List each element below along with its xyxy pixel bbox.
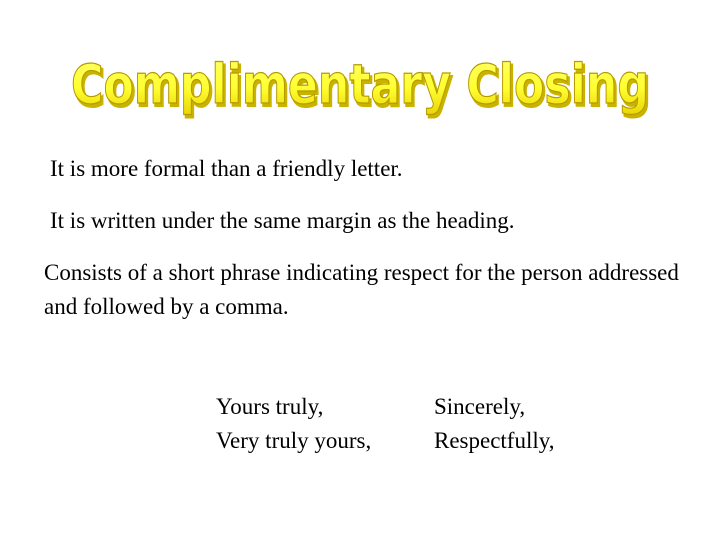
- title-wordart: Complimentary Closing Complimentary Clos…: [0, 28, 728, 128]
- point-formality: It is more formal than a friendly letter…: [50, 156, 403, 181]
- title-wordart-graphic: Complimentary Closing Complimentary Clos…: [70, 52, 652, 120]
- example-sincerely: Sincerely,: [434, 394, 526, 419]
- example-respectfully: Respectfully,: [434, 428, 555, 453]
- slide: Complimentary Closing Complimentary Clos…: [0, 0, 728, 546]
- example-yours-truly: Yours truly,: [216, 394, 324, 419]
- example-very-truly-yours: Very truly yours,: [216, 428, 372, 453]
- point-margin: It is written under the same margin as t…: [50, 208, 515, 233]
- point-definition: Consists of a short phrase indicating re…: [44, 260, 679, 319]
- examples-right-column: Sincerely, Respectfully,: [434, 390, 555, 458]
- examples-left-column: Yours truly, Very truly yours,: [216, 390, 371, 458]
- page-title: Complimentary Closing: [71, 53, 649, 116]
